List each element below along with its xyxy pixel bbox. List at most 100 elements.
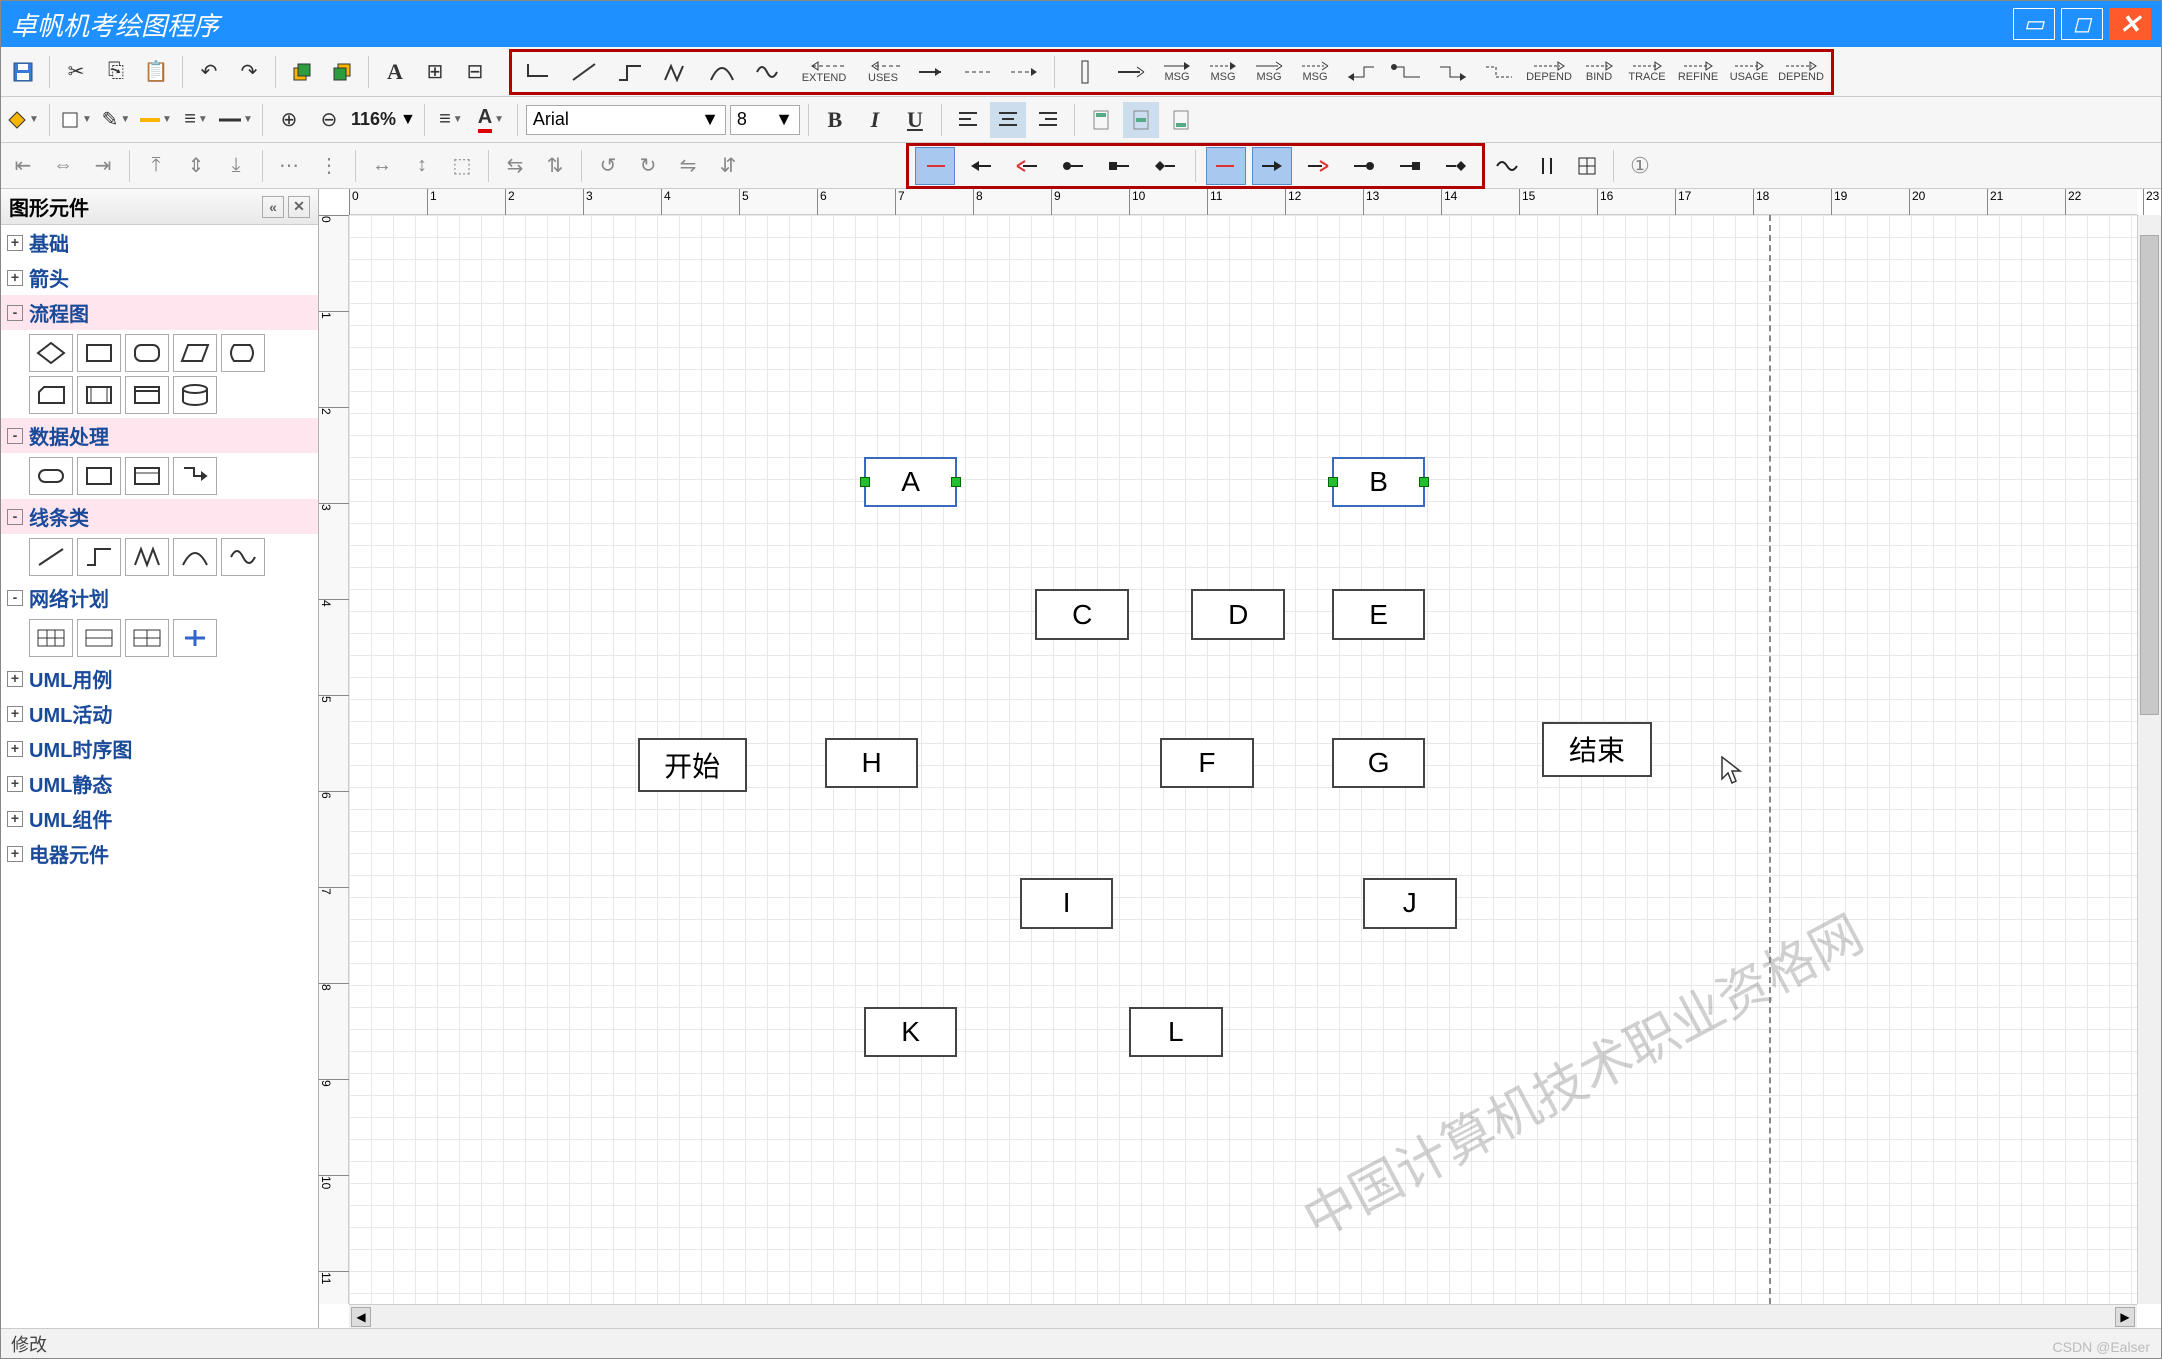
uml-msg1-icon[interactable]: MSG <box>1157 53 1197 91</box>
font-color-button[interactable]: A▼ <box>473 102 509 138</box>
end-diamond-icon[interactable] <box>1436 147 1476 185</box>
tree-category[interactable]: +UML用例 <box>1 661 318 696</box>
valign-middle-button[interactable] <box>1123 102 1159 138</box>
uml-usage-icon[interactable]: USAGE <box>1727 53 1771 91</box>
close-button[interactable]: ✕ <box>2109 8 2151 40</box>
node-C[interactable]: C <box>1035 589 1129 640</box>
connector-route1-icon[interactable] <box>1387 53 1427 91</box>
scrollbar-v-thumb[interactable] <box>2140 235 2159 715</box>
expand-icon[interactable]: + <box>7 706 23 722</box>
expand-icon[interactable]: + <box>7 811 23 827</box>
shape-rect[interactable] <box>77 334 121 372</box>
same-height-icon[interactable]: ↕ <box>404 148 440 184</box>
flip-v-icon[interactable]: ⇵ <box>710 148 746 184</box>
node-B[interactable]: B <box>1332 457 1426 508</box>
align-right-button[interactable] <box>1030 102 1066 138</box>
minimize-button[interactable]: ▭ <box>2013 8 2055 40</box>
sidebar-collapse-button[interactable]: « <box>262 196 284 218</box>
connector-elbow-icon[interactable] <box>518 53 558 91</box>
shape-card[interactable] <box>29 376 73 414</box>
rotate-r-icon[interactable]: ↻ <box>630 148 666 184</box>
node-I[interactable]: I <box>1020 878 1114 929</box>
line-color-button[interactable]: ▼ <box>138 102 174 138</box>
align-b-icon[interactable]: ⤓ <box>218 148 254 184</box>
expand-icon[interactable]: + <box>7 671 23 687</box>
scrollbar-vertical[interactable] <box>2137 215 2161 1304</box>
uml-msg4-icon[interactable]: MSG <box>1295 53 1335 91</box>
line-pattern-button[interactable]: ▼ <box>218 102 254 138</box>
canvas[interactable]: 开始ABCDEHFG结束IJKL 中国计算机技术职业资格网 <box>349 215 2137 1304</box>
end-none-icon[interactable] <box>1206 147 1246 185</box>
connector-arc-icon[interactable] <box>702 53 742 91</box>
line-style-button[interactable]: ≡▼ <box>178 102 214 138</box>
start-solid-arrow-icon[interactable] <box>961 147 1001 185</box>
shape-arc[interactable] <box>173 538 217 576</box>
paragraph-align-button[interactable]: ≡▼ <box>433 102 469 138</box>
end-open-arrow-icon[interactable] <box>1298 147 1338 185</box>
copy-button[interactable]: ⎘ <box>98 54 134 90</box>
linetype-wave-icon[interactable] <box>1489 148 1525 184</box>
connector-double-open-icon[interactable] <box>1111 53 1151 91</box>
fill-color-button[interactable]: ▼ <box>5 102 41 138</box>
shape-parallelogram[interactable] <box>173 334 217 372</box>
shape-display[interactable] <box>221 334 265 372</box>
end-square-icon[interactable] <box>1390 147 1430 185</box>
start-open-arrow-icon[interactable] <box>1007 147 1047 185</box>
shape-data[interactable] <box>125 376 169 414</box>
align-t-icon[interactable]: ⤒ <box>138 148 174 184</box>
uml-extend-icon[interactable]: EXTEND <box>794 53 854 91</box>
expand-icon[interactable]: + <box>7 741 23 757</box>
start-none-icon[interactable] <box>915 147 955 185</box>
tree-category[interactable]: -数据处理 <box>1 418 318 453</box>
bring-front-button[interactable] <box>284 54 320 90</box>
shape-rect3[interactable] <box>125 457 169 495</box>
shape-roundrect[interactable] <box>125 334 169 372</box>
tree-category[interactable]: +电器元件 <box>1 836 318 871</box>
bold-button[interactable]: B <box>817 102 853 138</box>
end-dot-icon[interactable] <box>1344 147 1384 185</box>
align-c-icon[interactable]: ⇔ <box>45 148 81 184</box>
paste-button[interactable]: 📋 <box>138 54 174 90</box>
scroll-right-button[interactable]: ▶ <box>2115 1307 2135 1327</box>
node-L[interactable]: L <box>1129 1007 1223 1058</box>
tree-category[interactable]: +基础 <box>1 225 318 260</box>
tree-category[interactable]: -网络计划 <box>1 580 318 615</box>
tree-category[interactable]: -线条类 <box>1 499 318 534</box>
node-G[interactable]: G <box>1332 738 1426 789</box>
connector-dashed-icon[interactable] <box>958 53 998 91</box>
expand-icon[interactable]: + <box>7 270 23 286</box>
valign-top-button[interactable] <box>1083 102 1119 138</box>
zoom-in-button[interactable]: ⊕ <box>271 102 307 138</box>
node-F[interactable]: F <box>1160 738 1254 789</box>
uml-msg2-icon[interactable]: MSG <box>1203 53 1243 91</box>
tree-category[interactable]: +UML静态 <box>1 766 318 801</box>
node-J[interactable]: J <box>1363 878 1457 929</box>
same-size-icon[interactable]: ⬚ <box>444 148 480 184</box>
space-h-icon[interactable]: ⇆ <box>497 148 533 184</box>
shape-step[interactable] <box>77 538 121 576</box>
shape-zigzag[interactable] <box>125 538 169 576</box>
send-back-button[interactable] <box>324 54 360 90</box>
save-button[interactable] <box>5 54 41 90</box>
node-D[interactable]: D <box>1191 589 1285 640</box>
expand-icon[interactable]: + <box>7 235 23 251</box>
tree-category[interactable]: -流程图 <box>1 295 318 330</box>
shape-rect2[interactable] <box>77 457 121 495</box>
italic-button[interactable]: I <box>857 102 893 138</box>
shape-wave[interactable] <box>221 538 265 576</box>
align-m-icon[interactable]: ⇕ <box>178 148 214 184</box>
start-diamond-icon[interactable] <box>1145 147 1185 185</box>
align-center-button[interactable] <box>990 102 1026 138</box>
connector-zigzag-icon[interactable] <box>656 53 696 91</box>
connector-solid-arrow-icon[interactable] <box>912 53 952 91</box>
shape-terminator[interactable] <box>29 457 73 495</box>
uml-depend2-icon[interactable]: DEPEND <box>1777 53 1825 91</box>
expand-icon[interactable]: - <box>7 590 23 606</box>
node-start[interactable]: 开始 <box>638 738 747 793</box>
expand-icon[interactable]: - <box>7 428 23 444</box>
uml-uses-icon[interactable]: USES <box>860 53 906 91</box>
shape-line[interactable] <box>29 538 73 576</box>
align-l-icon[interactable]: ⇤ <box>5 148 41 184</box>
valign-bottom-button[interactable] <box>1163 102 1199 138</box>
expand-icon[interactable]: + <box>7 776 23 792</box>
